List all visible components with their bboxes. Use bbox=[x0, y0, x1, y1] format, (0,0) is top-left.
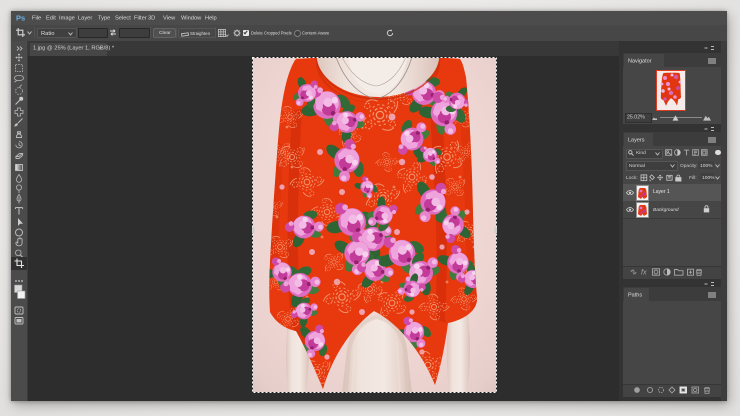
svg-text:fx: fx bbox=[641, 270, 647, 277]
